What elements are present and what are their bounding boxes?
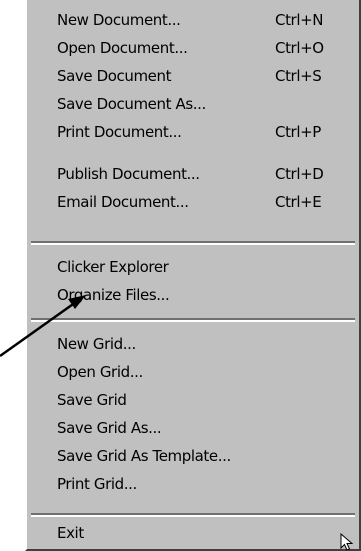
menu-item-label: Save Grid As Template...: [57, 447, 231, 465]
menu-item-shortcut: Ctrl+N: [275, 11, 324, 29]
menu-item-label: Save Grid: [57, 391, 127, 409]
callout-arrow-icon: [0, 295, 86, 358]
menu-item-shortcut: Ctrl+D: [275, 165, 324, 183]
menu-item-open-grid[interactable]: Open Grid...: [27, 358, 357, 386]
menu-item-label: Save Grid As...: [57, 419, 162, 437]
menu-item-label: Print Grid...: [57, 475, 137, 493]
menu-item-save-grid-as[interactable]: Save Grid As...: [27, 414, 357, 442]
menu-item-print-grid[interactable]: Print Grid...: [27, 470, 357, 498]
menu-item-save-grid[interactable]: Save Grid: [27, 386, 357, 414]
menu-separator: [31, 513, 355, 517]
mouse-pointer-icon: [340, 533, 354, 551]
menu-item-label: Exit: [57, 524, 84, 542]
menu-item-label: Open Grid...: [57, 363, 143, 381]
menu-item-exit[interactable]: Exit: [27, 519, 357, 547]
menu-item-shortcut: Ctrl+S: [275, 67, 322, 85]
menu-item-shortcut: Ctrl+P: [275, 123, 321, 141]
menu-item-shortcut: Ctrl+O: [275, 39, 324, 57]
menu-item-shortcut: Ctrl+E: [275, 193, 322, 211]
menu-item-save-grid-as-template[interactable]: Save Grid As Template...: [27, 442, 357, 470]
